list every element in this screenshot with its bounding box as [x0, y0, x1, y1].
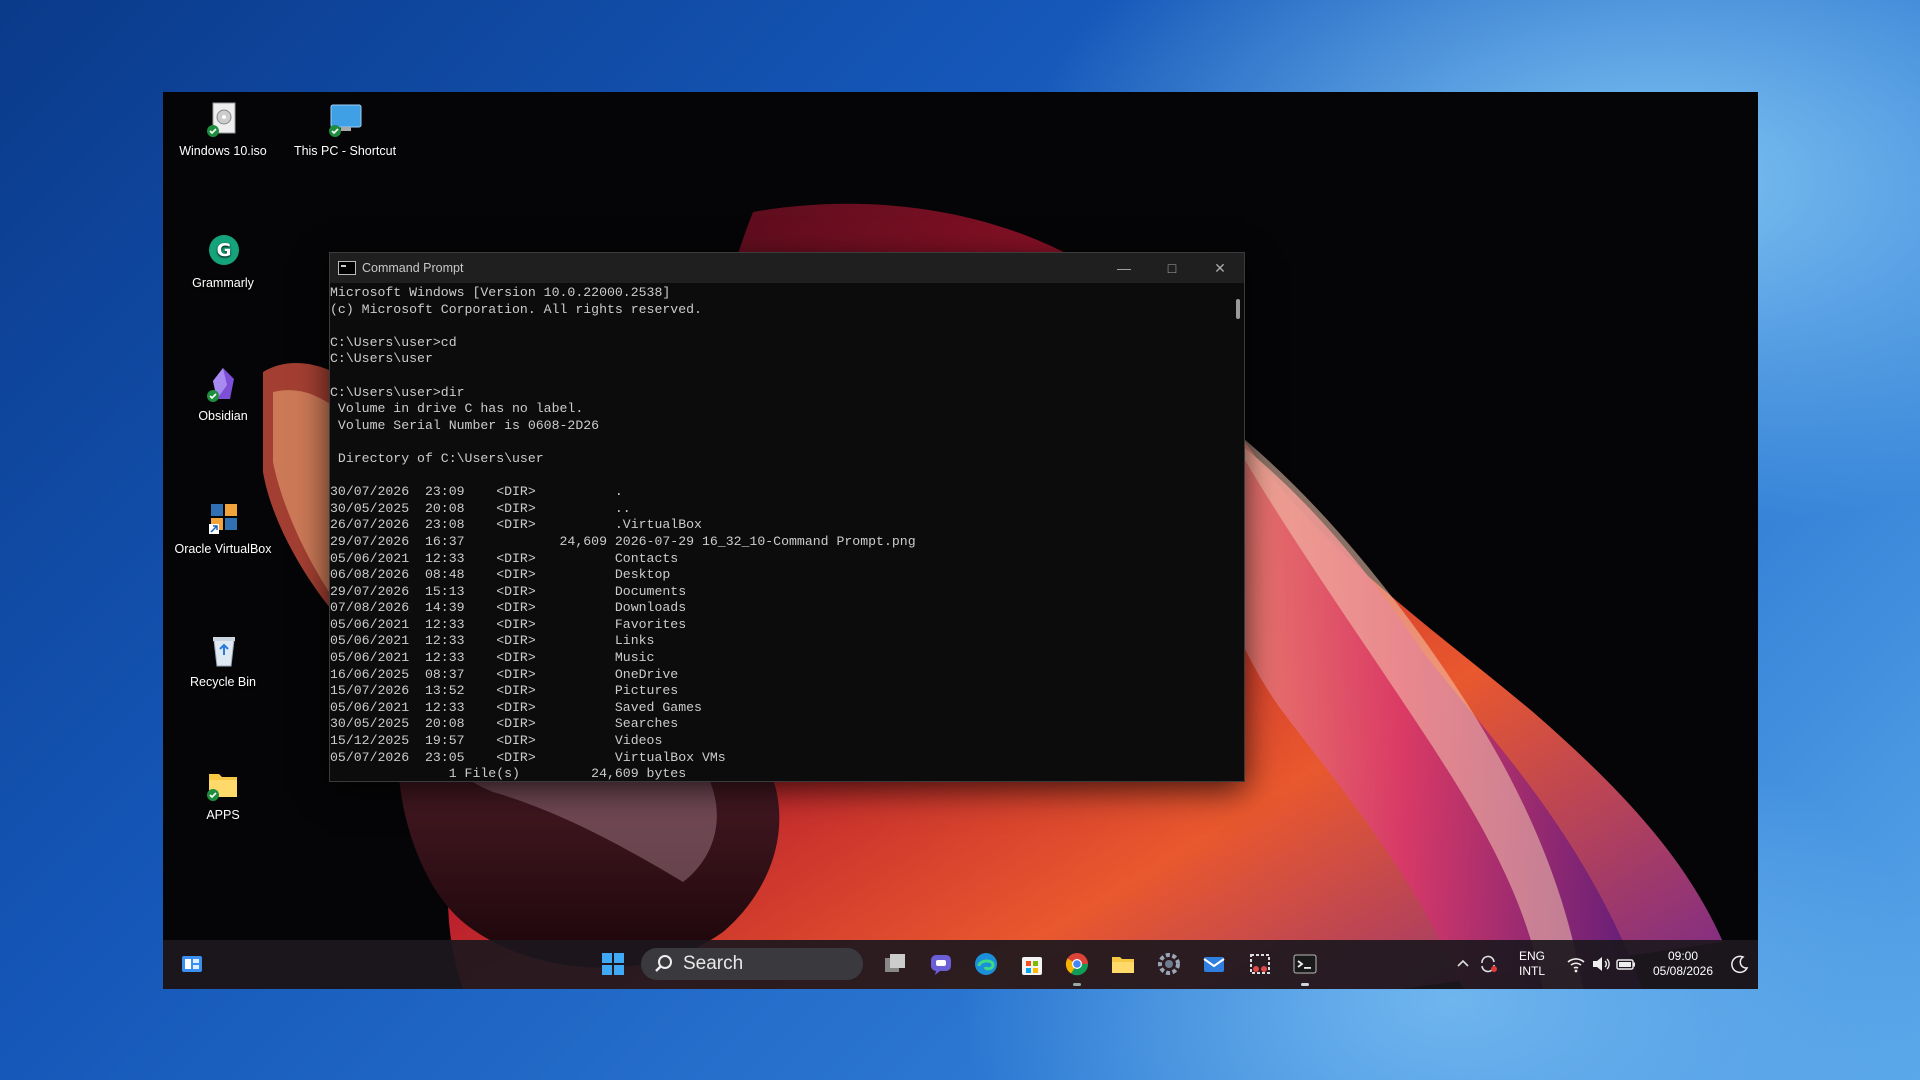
cmd-app-icon [338, 261, 356, 275]
desktop-icon-label: This PC - Shortcut [293, 144, 397, 158]
computer-icon [325, 100, 365, 140]
console-line: 05/06/2021 12:33 <DIR> Favorites [330, 616, 687, 632]
console-line: 29/07/2026 15:13 <DIR> Documents [330, 583, 687, 599]
grammarly-icon: G [203, 232, 243, 272]
console-line: C:\Users\user>dir [330, 384, 465, 400]
focus-moon-icon[interactable] [1726, 950, 1754, 978]
search-icon [655, 955, 672, 972]
console-line: 07/08/2026 14:39 <DIR> Downloads [330, 600, 687, 616]
desktop-icon-obsidian[interactable]: Obsidian [171, 365, 275, 423]
console-line: Volume in drive C has no label. [330, 401, 584, 417]
console-line: 05/06/2021 12:33 <DIR> Contacts [330, 550, 679, 566]
desktop-icon-label: Windows 10.iso [179, 144, 267, 158]
console-line: 06/08/2026 08:48 <DIR> Desktop [330, 567, 671, 583]
desktop-icon-recycle-bin[interactable]: Recycle Bin [171, 631, 275, 689]
chrome-icon[interactable] [1063, 950, 1091, 978]
task-view-icon[interactable] [881, 950, 909, 978]
console-line: 1 File(s) 24,609 bytes [330, 766, 687, 781]
console-line: Microsoft Windows [Version 10.0.22000.25… [330, 285, 671, 300]
console-line: 16/06/2025 08:37 <DIR> OneDrive [330, 666, 679, 682]
console-line: 05/06/2021 12:33 <DIR> Links [330, 633, 655, 649]
console-line: 30/05/2025 20:08 <DIR> Searches [330, 716, 679, 732]
start-icon[interactable] [599, 950, 627, 978]
terminal-icon[interactable] [1291, 950, 1319, 978]
console-output[interactable]: Microsoft Windows [Version 10.0.22000.25… [330, 283, 1230, 781]
store-icon[interactable] [1018, 950, 1046, 978]
virtualbox-icon [203, 498, 243, 538]
clock[interactable]: 09:00 05/08/2026 [1643, 949, 1723, 979]
console-line: 05/06/2021 12:33 <DIR> Music [330, 650, 655, 666]
chrome-running-indicator [1073, 983, 1081, 986]
clock-date: 05/08/2026 [1652, 964, 1714, 978]
taskbar-search[interactable]: Search [641, 948, 863, 980]
mail-icon[interactable] [1200, 950, 1228, 978]
battery-icon[interactable] [1612, 950, 1640, 978]
console-line: 15/12/2025 19:57 <DIR> Videos [330, 733, 663, 749]
console-line: 30/07/2026 23:09 <DIR> . [330, 484, 623, 500]
close-button[interactable]: ✕ [1196, 253, 1244, 283]
maximize-button[interactable]: □ [1148, 253, 1196, 283]
console-line: C:\Users\user [330, 351, 433, 367]
keyboard-layout: INTL [1518, 964, 1545, 978]
console-line: C:\Users\user>cd [330, 334, 457, 350]
console-line: (c) Microsoft Corporation. All rights re… [330, 301, 702, 317]
edge-icon[interactable] [972, 950, 1000, 978]
desktop-icon-label: Grammarly [192, 276, 254, 290]
window-titlebar[interactable]: Command Prompt — □ ✕ [330, 253, 1244, 283]
desktop-icon-label: Oracle VirtualBox [174, 542, 272, 556]
language-indicator[interactable]: ENG INTL [1512, 949, 1552, 979]
minimize-button[interactable]: — [1100, 253, 1148, 283]
obsidian-icon [203, 365, 243, 405]
desktop-icon-windows-iso[interactable]: Windows 10.iso [171, 100, 275, 158]
console-line: 05/06/2021 12:33 <DIR> Saved Games [330, 699, 702, 715]
desktop-icon-this-pc[interactable]: This PC - Shortcut [293, 100, 397, 158]
language-code: ENG [1518, 949, 1545, 963]
desktop-screen: Windows 10.iso This PC - Shortcut G Gram… [163, 92, 1758, 989]
command-prompt-window[interactable]: Command Prompt — □ ✕ Microsoft Windows [… [329, 252, 1245, 782]
wifi-icon[interactable] [1562, 950, 1590, 978]
console-line: Volume Serial Number is 0608-2D26 [330, 417, 600, 433]
console-line: 15/07/2026 13:52 <DIR> Pictures [330, 683, 679, 699]
settings-icon[interactable] [1155, 950, 1183, 978]
desktop-icon-apps-folder[interactable]: APPS [171, 764, 275, 822]
volume-icon[interactable] [1587, 950, 1615, 978]
window-title: Command Prompt [362, 261, 464, 275]
desktop-icon-label: Recycle Bin [190, 675, 256, 689]
console-line: 30/05/2025 20:08 <DIR> .. [330, 500, 631, 516]
console-line: 05/07/2026 23:05 <DIR> VirtualBox VMs [330, 749, 726, 765]
console-line: 26/07/2026 23:08 <DIR> .VirtualBox [330, 517, 702, 533]
taskbar: Search ENG INTL 09:00 05/08/2026 [163, 940, 1758, 989]
sync-icon[interactable] [1474, 950, 1502, 978]
desktop-icon-label: Obsidian [198, 409, 248, 423]
console-line: Directory of C:\Users\user [330, 450, 544, 466]
clock-time: 09:00 [1667, 949, 1699, 963]
iso-file-icon [203, 100, 243, 140]
desktop-icon-virtualbox[interactable]: Oracle VirtualBox [171, 498, 275, 556]
scrollbar-thumb[interactable] [1236, 299, 1240, 319]
teams-chat-icon[interactable] [927, 950, 955, 978]
search-label: Search [683, 953, 744, 974]
desktop-icon-label: APPS [206, 808, 240, 822]
svg-text:G: G [217, 240, 232, 261]
terminal-running-indicator [1301, 983, 1309, 986]
recycle-bin-icon [203, 631, 243, 671]
desktop-icon-grammarly[interactable]: G Grammarly [171, 232, 275, 290]
chevron-up-icon[interactable] [1449, 950, 1477, 978]
file-explorer-icon[interactable] [1109, 950, 1137, 978]
folder-icon [203, 764, 243, 804]
snipping-tool-icon[interactable] [1246, 950, 1274, 978]
widgets-icon[interactable] [178, 950, 206, 978]
console-line: 29/07/2026 16:37 24,609 2026-07-29 16_32… [330, 533, 916, 549]
